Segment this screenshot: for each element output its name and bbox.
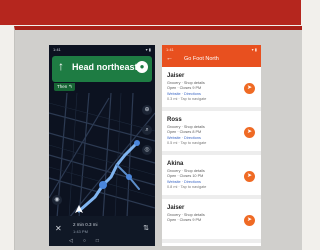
status-bar: 1:41 ▾ ▮ [49, 45, 155, 54]
place-detail: Grocery · Shop details [167, 169, 205, 173]
close-icon[interactable]: ✕ [55, 224, 62, 233]
system-nav-bar[interactable]: ◁○□ [69, 238, 109, 244]
place-link[interactable]: Website · Directions [167, 180, 201, 184]
list-item[interactable]: Jaiser Grocery · Shop details Open · Clo… [162, 69, 261, 111]
app-bar: 1:41 ▾ ▮ ← Go Foot North [162, 45, 261, 67]
place-hours: Open · Closes 9 PM [167, 218, 202, 222]
eta-text: 2 min 0.3 mi [73, 222, 98, 227]
status-time: 1:41 [166, 47, 174, 52]
place-link[interactable]: Website · Directions [167, 92, 201, 96]
place-detail: Grocery · Shop details [167, 81, 205, 85]
red-top-banner [0, 0, 301, 25]
search-button[interactable]: ⌕ [142, 125, 152, 135]
place-detail: Grocery · Shop details [167, 125, 205, 129]
status-icons: ▾ ▮ [145, 47, 151, 52]
trip-panel: ✕ 2 min 0.3 mi 1:43 PM ⇅ ◁○□ [49, 216, 155, 246]
place-hours: Open · Closes 10 PM [167, 174, 204, 178]
navigate-icon[interactable]: ➤ [244, 171, 255, 182]
arrival-time: 1:43 PM [73, 229, 88, 234]
place-name: Ross [167, 117, 182, 123]
place-distance: 0.5 mi · Tap to navigate [167, 141, 207, 145]
place-hours: Open · Closes 9 PM [167, 86, 202, 90]
navigate-icon[interactable]: ➤ [244, 127, 255, 138]
then-chip: Then ↰ [54, 83, 76, 91]
route-options-icon[interactable]: ⇅ [143, 224, 149, 232]
place-link[interactable]: Website · Directions [167, 136, 201, 140]
mute-button[interactable]: ◎ [142, 145, 152, 155]
arrow-up-icon: ↑ [58, 59, 64, 73]
place-name: Jaiser [167, 205, 185, 211]
results-phone: 1:41 ▾ ▮ ← Go Foot North Jaiser Grocery … [162, 45, 261, 246]
list-item[interactable]: Akina Grocery · Shop details Open · Clos… [162, 157, 261, 199]
navigation-phone: 1:41 ▾ ▮ ↑ Head northeast ● Then ↰ ⊕ ⌕ ◎… [49, 45, 155, 246]
place-name: Jaiser [167, 73, 185, 79]
list-item[interactable]: Jaiser Grocery · Shop details Open · Clo… [162, 201, 261, 243]
list-item[interactable]: Ross Grocery · Shop details Open · Close… [162, 113, 261, 155]
app-title: Go Foot North [184, 56, 219, 62]
back-arrow-icon[interactable]: ← [166, 55, 173, 62]
place-name: Akina [167, 161, 184, 167]
status-time: 1:41 [53, 47, 61, 52]
place-distance: 0.8 mi · Tap to navigate [167, 185, 207, 189]
direction-text: Head northeast [72, 62, 138, 72]
mic-icon[interactable]: ● [136, 61, 148, 73]
compass-button[interactable]: ⊕ [142, 105, 152, 115]
navigate-icon[interactable]: ➤ [244, 215, 255, 226]
status-icons: ▾ ▮ [251, 47, 257, 52]
place-distance: 0.3 mi · Tap to navigate [167, 97, 207, 101]
place-detail: Grocery · Shop details [167, 213, 205, 217]
direction-banner[interactable]: ↑ Head northeast ● [52, 56, 152, 82]
navigate-icon[interactable]: ➤ [244, 83, 255, 94]
dark-map[interactable] [49, 93, 155, 218]
place-hours: Open · Closes 8 PM [167, 130, 202, 134]
speed-button[interactable]: ◉ [52, 195, 62, 205]
